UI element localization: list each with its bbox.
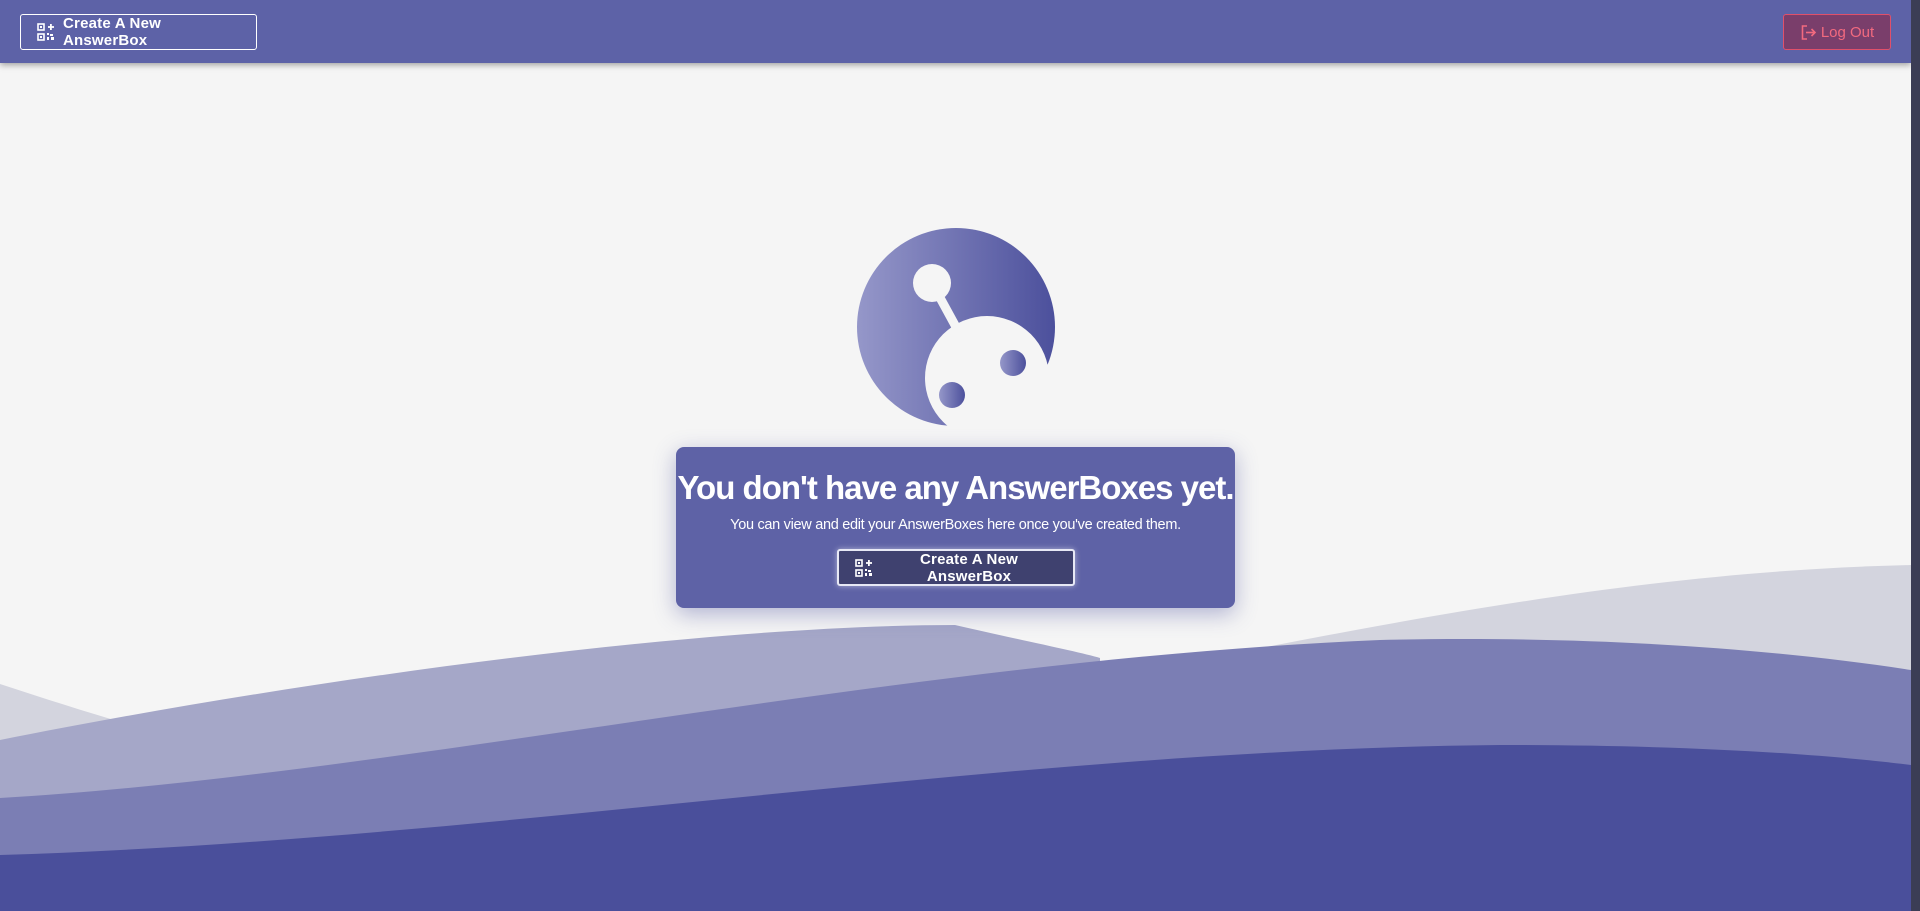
create-answerbox-button[interactable]: Create A New AnswerBox	[20, 14, 257, 50]
logout-button[interactable]: Log Out	[1783, 14, 1891, 50]
vertical-scrollbar[interactable]	[1911, 0, 1920, 911]
logout-button-label: Log Out	[1820, 23, 1875, 41]
create-answerbox-button-label: Create A New AnswerBox	[63, 15, 161, 49]
empty-state-title: You don't have any AnswerBoxes yet.	[677, 469, 1234, 506]
empty-state-card: You don't have any AnswerBoxes yet. You …	[676, 447, 1235, 608]
qr-code-plus-icon	[855, 558, 873, 577]
create-answerbox-card-button[interactable]: Create A New AnswerBox	[837, 549, 1075, 586]
qr-code-plus-icon	[37, 23, 55, 41]
answerbox-logo	[857, 228, 1055, 426]
create-answerbox-card-button-label: Create A New AnswerBox	[920, 550, 1018, 585]
logout-icon	[1800, 24, 1817, 41]
page: Create A New AnswerBox Log Out You don't…	[0, 0, 1911, 911]
empty-state-subtitle: You can view and edit your AnswerBoxes h…	[730, 517, 1181, 533]
top-navigation-bar: Create A New AnswerBox Log Out	[0, 0, 1911, 63]
